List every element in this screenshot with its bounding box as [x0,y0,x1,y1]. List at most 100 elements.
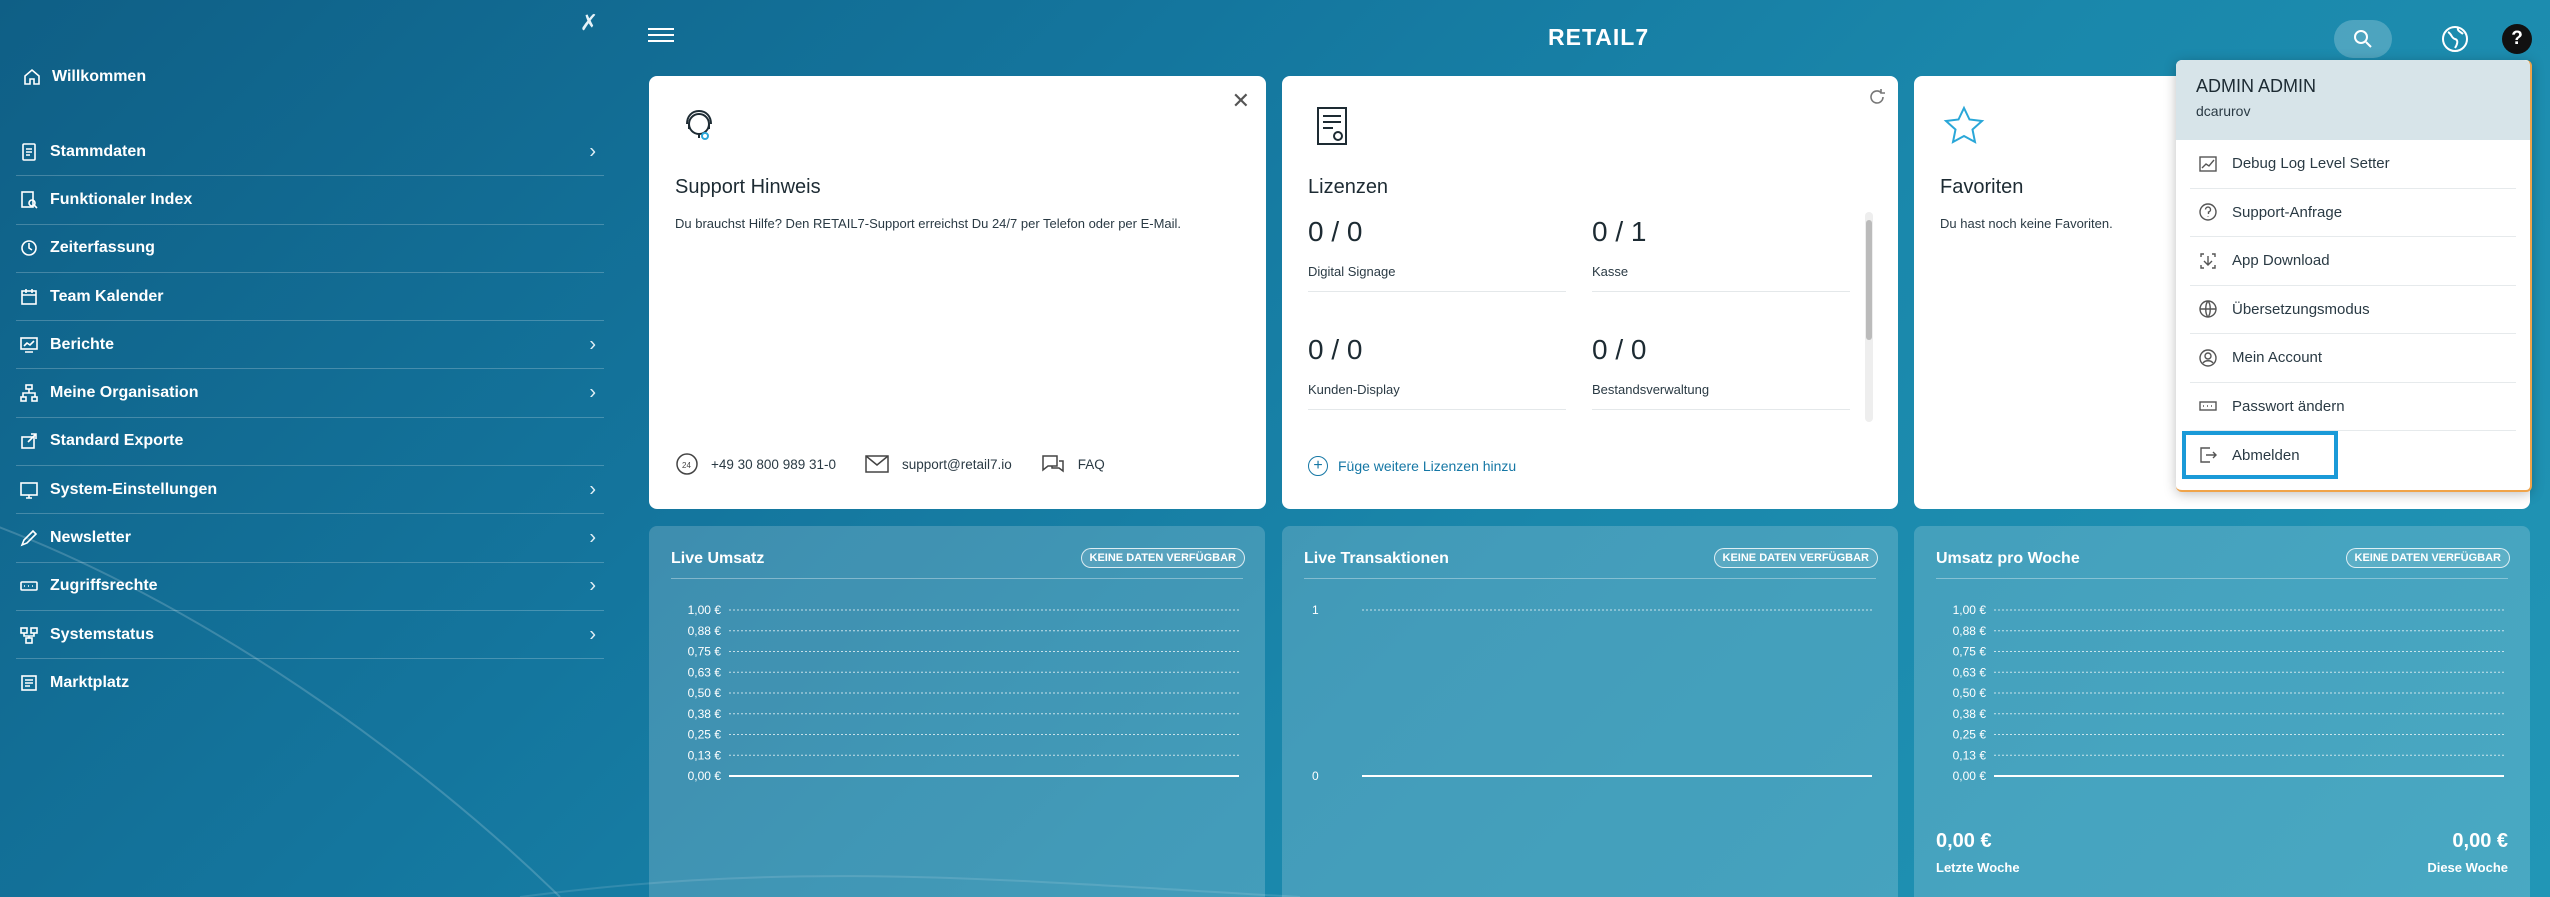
y-tick-label: 0,00 € [1953,769,1987,783]
menu-item-passwort-aendern[interactable]: Passwort ändern [2190,383,2516,431]
sidebar-item-label: Berichte [50,335,115,353]
password-icon [18,575,40,597]
menu-item-label: Abmelden [2232,446,2300,464]
menu-item-uebersetzungsmodus[interactable]: Übersetzungsmodus [2190,286,2516,334]
phone-number: +49 30 800 989 31-0 [711,456,836,472]
menu-toggle-icon[interactable] [648,24,674,46]
license-name: Kasse [1592,264,1850,292]
star-icon [1943,105,1985,144]
sidebar-item-label: Zugriffsrechte [50,577,158,595]
plus-icon: + [1308,456,1328,476]
add-licenses-label: Füge weitere Lizenzen hinzu [1338,458,1517,474]
last-week-value: 0,00 € [1936,830,1992,852]
sidebar-item-system-einstellungen[interactable]: System-Einstellungen › [16,466,604,515]
sidebar-nav: Stammdaten › Funktionaler Index Zeiterfa… [16,128,604,708]
user-login: dcarurov [2196,103,2251,119]
sidebar-item-zugriffsrechte[interactable]: Zugriffsrechte › [16,563,604,611]
y-tick-label: 0,63 € [688,665,722,679]
support-contacts: 24 +49 30 800 989 31-0 support@retail7.i… [675,452,1105,476]
sidebar: ✗ Willkommen Stammdaten › Funktionaler I… [0,0,620,897]
clock-icon [18,237,40,259]
add-licenses-link[interactable]: + Füge weitere Lizenzen hinzu [1308,456,1516,476]
menu-item-label: App Download [2232,252,2330,270]
licenses-card: Lizenzen 0 / 0 Digital Signage 0 / 1 Kas… [1282,76,1898,509]
sidebar-item-newsletter[interactable]: Newsletter › [16,514,604,563]
chat-icon [1042,455,1064,473]
menu-item-abmelden[interactable]: Abmelden [2182,431,2338,479]
globe-icon [2199,300,2217,318]
support-card: ✕ Support Hinweis Du brauchst Hilfe? Den… [649,76,1266,509]
menu-item-label: Debug Log Level Setter [2232,155,2390,173]
help-icon[interactable]: ? [2502,24,2532,54]
menu-item-app-download[interactable]: App Download [2190,237,2516,286]
favorites-title: Favoriten [1940,176,2024,198]
sidebar-item-meine-organisation[interactable]: Meine Organisation › [16,369,604,418]
marketplace-icon [18,672,40,694]
report-icon [18,334,40,356]
close-icon[interactable]: ✕ [1232,88,1250,114]
menu-item-support-anfrage[interactable]: Support-Anfrage [2190,189,2516,237]
license-name: Bestandsverwaltung [1592,382,1850,410]
logo-suffix: 7 [1635,24,1650,50]
faq-link[interactable]: FAQ [1040,453,1105,475]
license-bestandsverwaltung: 0 / 0 Bestandsverwaltung [1592,334,1850,410]
sidebar-item-funktionaler-index[interactable]: Funktionaler Index [16,176,604,225]
sidebar-item-stammdaten[interactable]: Stammdaten › [16,128,604,177]
chevron-right-icon: › [589,623,596,646]
email-contact[interactable]: support@retail7.io [864,453,1012,475]
license-count: 0 / 0 [1308,216,1363,247]
sidebar-item-systemstatus[interactable]: Systemstatus › [16,611,604,660]
password-icon [2199,401,2217,411]
license-count: 0 / 1 [1592,216,1647,247]
phone-contact[interactable]: 24 +49 30 800 989 31-0 [675,452,836,476]
sidebar-item-team-kalender[interactable]: Team Kalender [16,273,604,322]
chevron-right-icon: › [589,333,596,356]
licenses-scrollbar[interactable] [1865,212,1873,422]
index-icon [18,189,40,211]
logo-text: RETAIL [1548,24,1636,50]
menu-item-label: Passwort ändern [2232,397,2345,415]
y-tick-label: 0,75 € [1953,645,1987,659]
y-tick-label: 0,00 € [688,769,722,783]
unpin-icon[interactable]: ✗ [576,10,602,36]
support-title: Support Hinweis [675,176,821,198]
brand-logo: RETAIL7 [1548,24,1649,51]
y-tick-label: 0,38 € [1953,707,1987,721]
nav-welcome[interactable]: Willkommen [22,64,146,90]
chevron-right-icon: › [589,140,596,163]
globe-icon[interactable] [2440,24,2470,54]
refresh-icon[interactable] [1866,86,1888,108]
this-week-label: Diese Woche [2427,860,2508,875]
license-name: Kunden-Display [1308,382,1566,410]
license-count: 0 / 0 [1592,334,1647,365]
y-tick-label: 1 [1312,603,1319,617]
sidebar-item-zeiterfassung[interactable]: Zeiterfassung [16,225,604,273]
chevron-right-icon: › [589,526,596,549]
sidebar-item-berichte[interactable]: Berichte › [16,321,604,370]
search-button[interactable] [2334,20,2392,58]
account-icon [2199,349,2217,367]
y-tick-label: 1,00 € [688,603,722,617]
export-icon [18,430,40,452]
settings-icon [18,479,40,501]
svg-text:24: 24 [682,461,691,470]
support-email: support@retail7.io [902,456,1012,472]
sidebar-item-marktplatz[interactable]: Marktplatz [16,659,604,707]
network-icon [18,624,40,646]
live-umsatz-chart: 1,00 € 0,88 € 0,75 € 0,63 € 0,50 € 0,38 € 0,25… [688,603,1239,783]
menu-item-mein-account[interactable]: Mein Account [2190,334,2516,383]
sidebar-item-label: Systemstatus [50,625,155,643]
sidebar-item-label: Meine Organisation [50,384,199,402]
welcome-label: Willkommen [52,68,147,85]
chart-card-umsatz-pro-woche: Umsatz pro Woche KEINE DATEN VERFÜGBAR 1… [1914,526,2530,897]
document-icon [18,141,40,163]
license-count: 0 / 0 [1308,334,1363,365]
y-tick-label: 1,00 € [1953,603,1987,617]
organisation-icon [18,382,40,404]
y-tick-label: 0,88 € [1953,624,1987,638]
this-week-value: 0,00 € [2452,830,2508,852]
y-tick-label: 0,63 € [1953,665,1987,679]
sidebar-item-standard-exporte[interactable]: Standard Exporte [16,418,604,467]
menu-item-debug-log[interactable]: Debug Log Level Setter [2190,140,2516,189]
sidebar-item-label: Team Kalender [50,287,164,305]
